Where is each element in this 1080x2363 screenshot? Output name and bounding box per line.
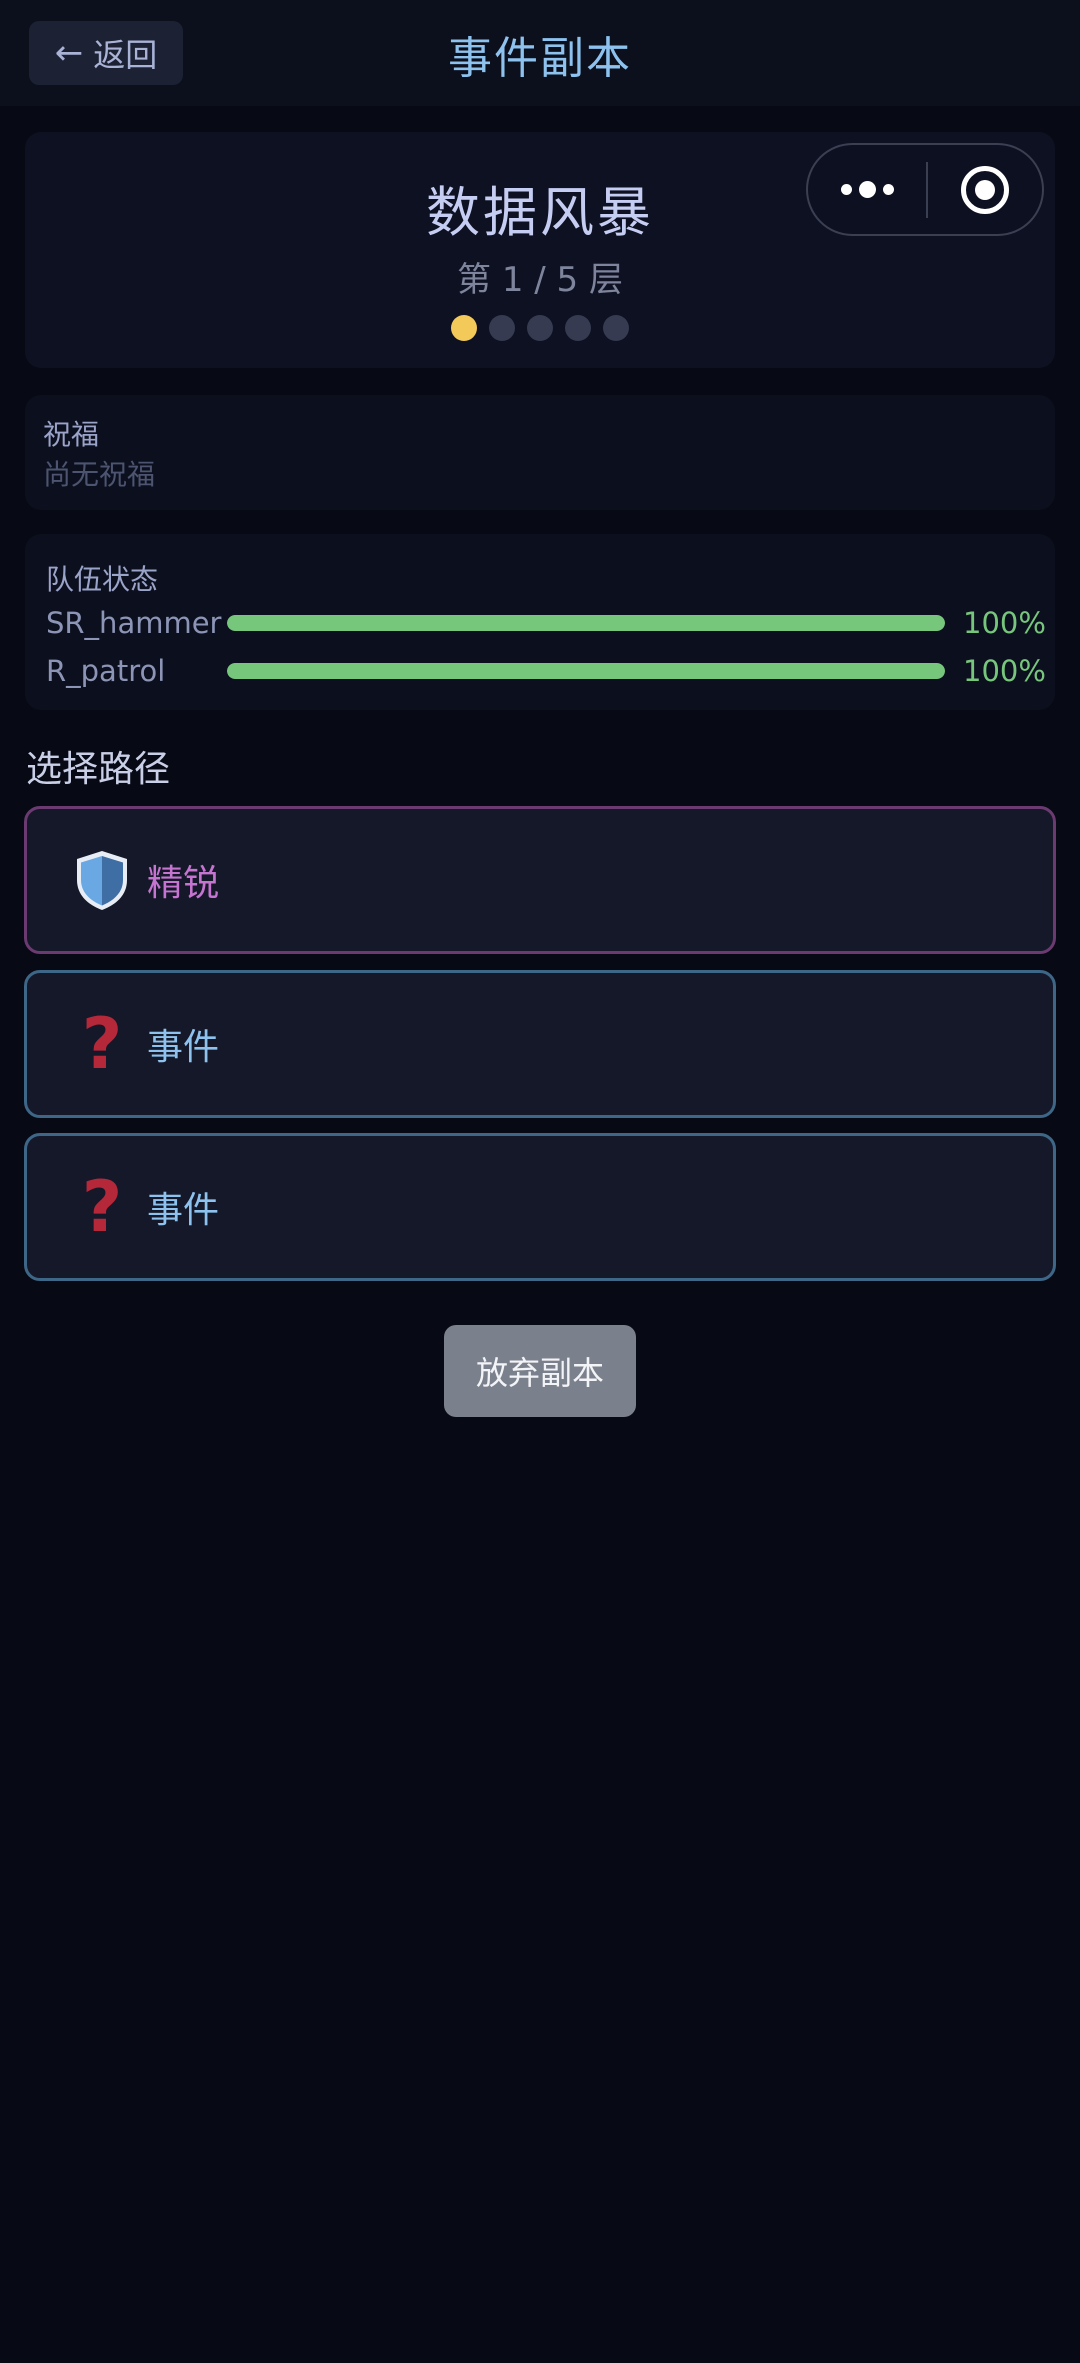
close-miniprogram-button[interactable] xyxy=(928,145,1042,234)
choose-path-title: 选择路径 xyxy=(26,749,171,790)
team-status-title: 队伍状态 xyxy=(46,563,159,596)
path-label: 精锐 xyxy=(147,863,220,904)
hp-bar xyxy=(227,663,945,679)
floor-indicator: 第 1 / 5 层 xyxy=(457,260,623,300)
more-menu-button[interactable] xyxy=(808,145,926,234)
path-option-event[interactable]: ? 事件 xyxy=(24,970,1056,1118)
more-dots-icon xyxy=(882,184,894,195)
blessing-title: 祝福 xyxy=(43,418,100,451)
abandon-dungeon-button[interactable]: 放弃副本 xyxy=(444,1325,636,1417)
target-icon xyxy=(961,165,1009,214)
path-option-elite[interactable]: 精锐 xyxy=(24,806,1056,954)
hp-percent: 100% xyxy=(963,654,1046,688)
floor-dot xyxy=(603,315,629,341)
top-bar: ← 返回 事件副本 xyxy=(0,0,1080,106)
floor-dot xyxy=(489,315,515,341)
path-label: 事件 xyxy=(147,1027,220,1068)
question-mark-icon: ? xyxy=(81,1166,123,1248)
more-dots-icon xyxy=(858,181,876,198)
member-name: R_patrol xyxy=(46,654,166,688)
member-name: SR_hammer xyxy=(46,606,222,640)
hp-percent: 100% xyxy=(963,606,1046,640)
floor-dot xyxy=(565,315,591,341)
question-mark-icon: ? xyxy=(81,1003,123,1085)
blessing-card: 祝福 尚无祝福 xyxy=(25,395,1055,510)
mini-program-capsule xyxy=(806,143,1044,236)
hp-bar xyxy=(227,615,945,631)
floor-progress-dots xyxy=(25,315,1055,341)
blessing-empty-text: 尚无祝福 xyxy=(43,458,156,491)
floor-dot xyxy=(527,315,553,341)
team-status-card: 队伍状态 SR_hammer 100% R_patrol 100% xyxy=(25,534,1055,710)
team-member-row: SR_hammer 100% xyxy=(46,603,1046,643)
page-title: 事件副本 xyxy=(448,33,632,84)
floor-dot-current xyxy=(451,315,477,341)
team-member-row: R_patrol 100% xyxy=(46,651,1046,691)
more-dots-icon xyxy=(840,184,852,195)
path-option-event[interactable]: ? 事件 xyxy=(24,1133,1056,1281)
shield-icon xyxy=(57,848,147,912)
path-label: 事件 xyxy=(147,1190,220,1231)
